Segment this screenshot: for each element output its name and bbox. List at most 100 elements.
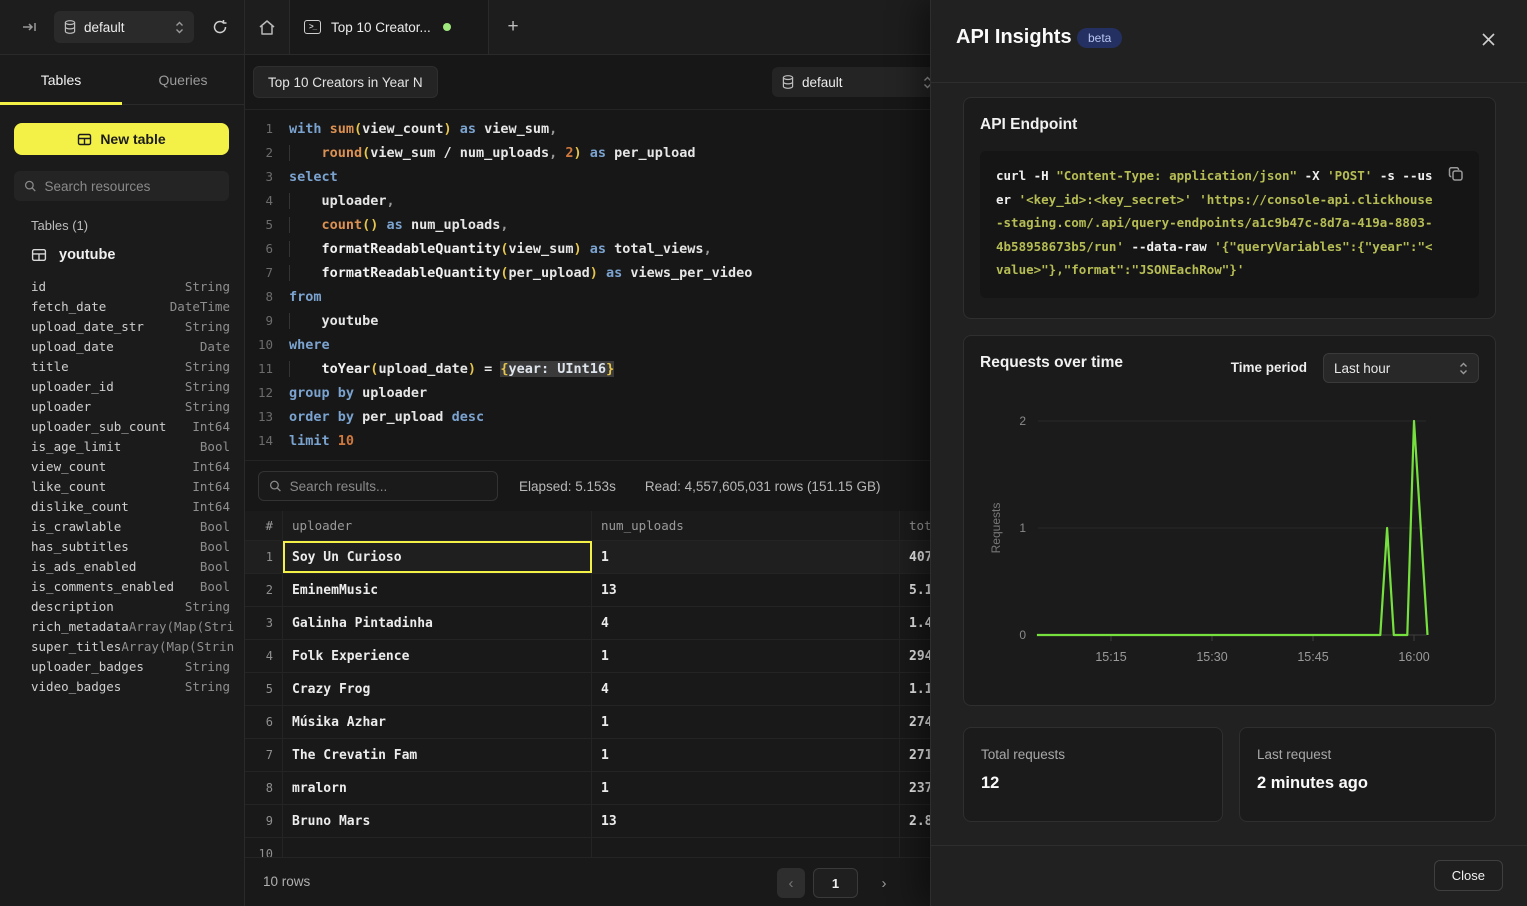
tab-tables[interactable]: Tables bbox=[0, 55, 122, 104]
svg-text:0: 0 bbox=[1019, 628, 1026, 642]
column-row[interactable]: is_age_limitBool bbox=[0, 436, 244, 456]
time-period-label: Time period bbox=[1231, 360, 1307, 375]
database-selector[interactable]: default bbox=[54, 11, 194, 43]
num-uploads-cell[interactable]: 4 bbox=[592, 673, 900, 705]
uploader-cell[interactable]: Músika Azhar bbox=[283, 706, 592, 738]
num-uploads-cell[interactable]: 1 bbox=[592, 739, 900, 771]
column-type: Array(Map(Strin bbox=[121, 639, 234, 654]
column-row[interactable]: like_countInt64 bbox=[0, 476, 244, 496]
close-button[interactable]: Close bbox=[1434, 860, 1503, 891]
uploader-cell[interactable] bbox=[283, 838, 592, 857]
line-number: 13 bbox=[245, 405, 273, 429]
num-uploads-cell[interactable]: 13 bbox=[592, 805, 900, 837]
code-text: formatReadableQuantity(per_upload) as vi… bbox=[289, 261, 752, 285]
code-text: with sum(view_count) as view_sum, bbox=[289, 117, 557, 141]
column-name: is_comments_enabled bbox=[31, 579, 200, 594]
column-name: description bbox=[31, 599, 185, 614]
close-icon bbox=[1481, 32, 1496, 47]
column-row[interactable]: uploader_sub_countInt64 bbox=[0, 416, 244, 436]
search-resources-input[interactable] bbox=[45, 179, 219, 194]
code-text: count() as num_uploads, bbox=[289, 213, 508, 237]
column-row[interactable]: descriptionString bbox=[0, 596, 244, 616]
query-database-selector[interactable]: default bbox=[772, 67, 942, 97]
column-row[interactable]: video_badgesString bbox=[0, 676, 244, 696]
new-table-button[interactable]: New table bbox=[14, 123, 229, 155]
column-header[interactable]: uploader bbox=[283, 511, 592, 540]
table-icon bbox=[31, 247, 47, 263]
column-row[interactable]: is_comments_enabledBool bbox=[0, 576, 244, 596]
num-uploads-cell[interactable]: 1 bbox=[592, 640, 900, 672]
code-text: toYear(upload_date) = {year: UInt16} bbox=[289, 357, 614, 381]
sidebar-collapse-button[interactable] bbox=[14, 11, 46, 43]
column-row[interactable]: super_titlesArray(Map(Strin bbox=[0, 636, 244, 656]
column-row[interactable]: is_crawlableBool bbox=[0, 516, 244, 536]
search-icon bbox=[269, 479, 282, 493]
sidebar: Tables Queries New table Tables (1) yout… bbox=[0, 55, 245, 906]
tab-top-10-creators[interactable]: >_ Top 10 Creator... bbox=[289, 0, 489, 54]
column-row[interactable]: fetch_dateDateTime bbox=[0, 296, 244, 316]
new-tab-button[interactable]: + bbox=[489, 0, 537, 54]
num-uploads-cell[interactable]: 4 bbox=[592, 607, 900, 639]
line-number: 14 bbox=[245, 429, 273, 453]
uploader-cell[interactable]: Bruno Mars bbox=[283, 805, 592, 837]
copy-button[interactable] bbox=[1445, 163, 1467, 185]
search-results-input[interactable] bbox=[290, 479, 487, 494]
column-row[interactable]: rich_metadataArray(Map(Stri bbox=[0, 616, 244, 636]
total-requests-card: Total requests 12 bbox=[963, 727, 1223, 822]
sidebar-header: default bbox=[0, 0, 245, 54]
column-row[interactable]: dislike_countInt64 bbox=[0, 496, 244, 516]
refresh-button[interactable] bbox=[204, 11, 236, 43]
column-row[interactable]: upload_date_strString bbox=[0, 316, 244, 336]
sidebar-search[interactable] bbox=[14, 171, 229, 201]
results-search[interactable] bbox=[258, 471, 498, 501]
column-name: view_count bbox=[31, 459, 192, 474]
column-row[interactable]: view_countInt64 bbox=[0, 456, 244, 476]
uploader-cell[interactable]: Galinha Pintadinha bbox=[283, 607, 592, 639]
uploader-cell[interactable]: Crazy Frog bbox=[283, 673, 592, 705]
column-row[interactable]: idString bbox=[0, 276, 244, 296]
prev-page-button[interactable]: ‹ bbox=[777, 868, 805, 898]
uploader-cell[interactable]: Folk Experience bbox=[283, 640, 592, 672]
column-row[interactable]: is_ads_enabledBool bbox=[0, 556, 244, 576]
refresh-icon bbox=[212, 19, 228, 35]
uploader-cell[interactable]: EminemMusic bbox=[283, 574, 592, 606]
column-row[interactable]: titleString bbox=[0, 356, 244, 376]
curl-text: curl -H "Content-Type: application/json"… bbox=[996, 168, 1433, 277]
column-type: Date bbox=[200, 339, 230, 354]
row-number-cell: 6 bbox=[245, 706, 283, 738]
tab-queries[interactable]: Queries bbox=[122, 55, 244, 104]
svg-text:15:30: 15:30 bbox=[1196, 650, 1227, 664]
num-uploads-cell[interactable]: 13 bbox=[592, 574, 900, 606]
uploader-cell[interactable]: The Crevatin Fam bbox=[283, 739, 592, 771]
table-item-youtube[interactable]: youtube bbox=[22, 241, 234, 269]
page-number[interactable]: 1 bbox=[813, 868, 858, 898]
column-type: String bbox=[185, 359, 230, 374]
column-type: Bool bbox=[200, 559, 230, 574]
column-header[interactable]: num_uploads bbox=[592, 511, 900, 540]
requests-heading: Requests over time bbox=[980, 354, 1123, 372]
column-row[interactable]: uploader_idString bbox=[0, 376, 244, 396]
column-type: String bbox=[185, 319, 230, 334]
next-page-button[interactable]: › bbox=[870, 868, 898, 898]
column-name: uploader_sub_count bbox=[31, 419, 192, 434]
column-row[interactable]: upload_dateDate bbox=[0, 336, 244, 356]
column-header[interactable]: # bbox=[245, 511, 283, 540]
line-number: 6 bbox=[245, 237, 273, 261]
uploader-cell[interactable]: mralorn bbox=[283, 772, 592, 804]
num-uploads-cell[interactable] bbox=[592, 838, 900, 857]
panel-close-button[interactable] bbox=[1473, 24, 1503, 54]
home-button[interactable] bbox=[245, 0, 289, 54]
column-row[interactable]: uploaderString bbox=[0, 396, 244, 416]
database-icon bbox=[64, 20, 76, 34]
query-title-chip[interactable]: Top 10 Creators in Year N bbox=[253, 66, 438, 98]
column-row[interactable]: uploader_badgesString bbox=[0, 656, 244, 676]
time-period-select[interactable]: Last hour bbox=[1323, 353, 1479, 383]
copy-icon bbox=[1448, 166, 1464, 182]
line-number: 10 bbox=[245, 333, 273, 357]
column-name: fetch_date bbox=[31, 299, 170, 314]
num-uploads-cell[interactable]: 1 bbox=[592, 541, 900, 573]
num-uploads-cell[interactable]: 1 bbox=[592, 772, 900, 804]
num-uploads-cell[interactable]: 1 bbox=[592, 706, 900, 738]
column-row[interactable]: has_subtitlesBool bbox=[0, 536, 244, 556]
uploader-cell[interactable]: Soy Un Curioso bbox=[283, 541, 592, 573]
